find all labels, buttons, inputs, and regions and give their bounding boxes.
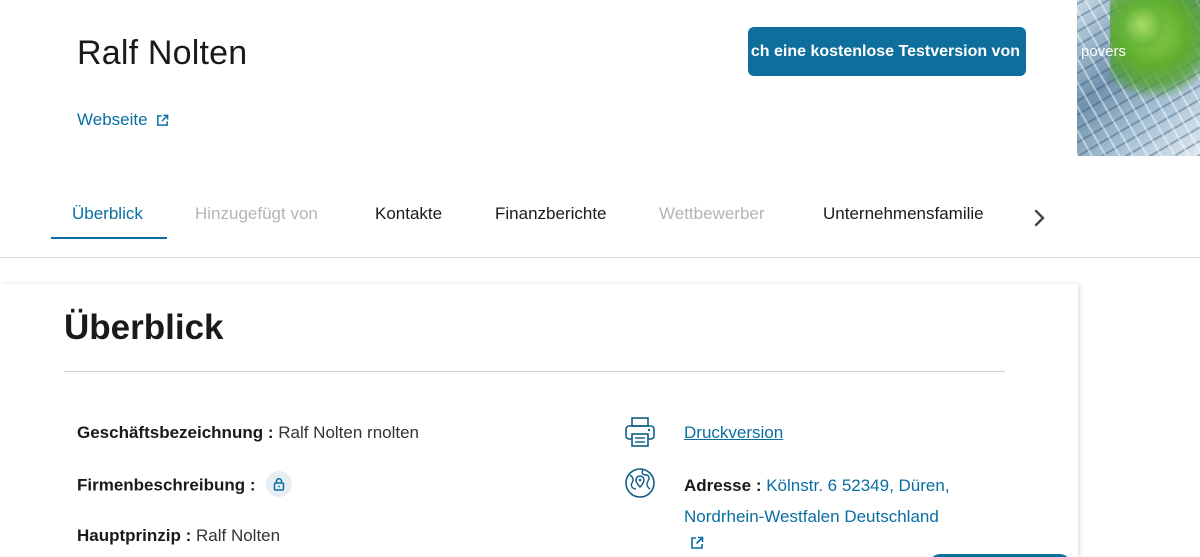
description-field: Firmenbeschreibung : (77, 471, 293, 499)
company-header: Ralf Nolten Webseite ch eine kostenlose … (0, 0, 1200, 258)
tab-corporate-family[interactable]: Unternehmensfamilie (823, 204, 984, 224)
globe-location-icon (625, 468, 655, 498)
website-link[interactable]: Webseite (77, 110, 169, 130)
website-link-label: Webseite (77, 110, 148, 129)
printer-icon (625, 417, 655, 447)
hero-image: povers (1077, 0, 1200, 156)
address-field: Adresse : Kölnstr. 6 52349, Düren, Nordr… (684, 470, 984, 532)
business-name-label: Geschäftsbezeichnung : (77, 423, 274, 442)
tab-bar: Überblick Hinzugefügt von Kontakte Finan… (0, 186, 1200, 258)
overview-title: Überblick (64, 308, 224, 347)
free-trial-button-label: ch eine kostenlose Testversion von (750, 42, 1020, 60)
lock-icon[interactable] (266, 471, 293, 497)
external-link-icon (156, 114, 168, 126)
tab-added-by: Hinzugefügt von (195, 204, 318, 223)
overview-section: Überblick Geschäftsbezeichnung : Ralf No… (0, 284, 1078, 557)
external-link-icon[interactable] (690, 536, 704, 550)
principal-value: Ralf Nolten (196, 526, 281, 545)
free-trial-button[interactable]: ch eine kostenlose Testversion von (748, 27, 1026, 76)
tab-competitors: Wettbewerber (659, 204, 765, 223)
principal-field: Hauptprinzip : Ralf Nolten (77, 526, 280, 546)
tab-financial-reports[interactable]: Finanzberichte (495, 204, 607, 224)
tab-contacts[interactable]: Kontakte (375, 204, 442, 224)
business-name-field: Geschäftsbezeichnung : Ralf Nolten rnolt… (77, 423, 419, 443)
business-name-value: Ralf Nolten rnolten (278, 423, 420, 442)
hero-text: povers (1081, 43, 1127, 60)
section-divider (64, 371, 1005, 372)
tab-overview[interactable]: Überblick (72, 204, 143, 224)
address-label: Adresse : (684, 476, 762, 495)
chevron-right-icon[interactable] (1030, 206, 1050, 230)
principal-label: Hauptprinzip : (77, 526, 192, 545)
description-label: Firmenbeschreibung : (77, 475, 256, 495)
print-version-link[interactable]: Druckversion (684, 423, 783, 443)
company-name: Ralf Nolten (77, 34, 248, 72)
active-tab-indicator (51, 237, 167, 239)
